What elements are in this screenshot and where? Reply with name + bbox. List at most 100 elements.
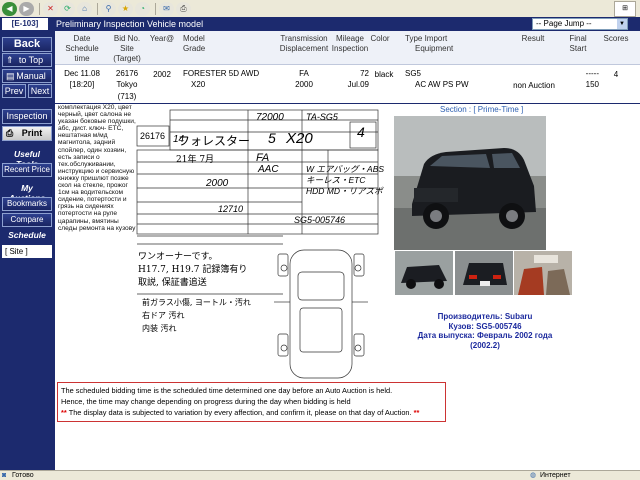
cell-scores: 4 bbox=[613, 70, 619, 79]
recent-price-button[interactable]: Recent Price bbox=[2, 163, 52, 177]
page-jump-value: -- Page Jump -- bbox=[536, 19, 592, 28]
sheet-recycle-fee: 12710 bbox=[218, 204, 244, 214]
sheet-note-4: 前ガラス小傷, ヨートル・汚れ bbox=[142, 298, 251, 307]
desc-year: (2002.2) bbox=[470, 340, 500, 350]
cell-date: Dec 11.08 [18:20] bbox=[64, 69, 100, 89]
refresh-icon[interactable]: ⟳ bbox=[60, 1, 75, 16]
auction-sheet-image[interactable]: комплектация Х20, цвет черный, цвет сало… bbox=[58, 104, 388, 382]
zone-text: Интернет bbox=[540, 472, 571, 479]
col-header-type: Type Import Equipment bbox=[405, 34, 454, 53]
sheet-inspection-date: 21年 7月 bbox=[176, 155, 215, 165]
vehicle-thumbnail-interior[interactable] bbox=[514, 251, 572, 295]
notice-line-3: ** The display data is subjected to vari… bbox=[61, 407, 442, 418]
sheet-model-handwritten: フォレスター bbox=[178, 134, 251, 148]
asterisk-icon: ** bbox=[413, 408, 420, 417]
cell-year: 2002 bbox=[153, 70, 171, 79]
sheet-ac: AAC bbox=[258, 164, 279, 175]
vehicle-thumbnail-front[interactable] bbox=[395, 251, 453, 295]
col-header-scores: Scores bbox=[603, 34, 629, 43]
manual-label: Manual bbox=[16, 71, 46, 81]
cell-color: black bbox=[374, 70, 394, 79]
stop-icon[interactable]: ✕ bbox=[43, 1, 58, 16]
windows-logo-icon: ⊞ bbox=[614, 1, 636, 17]
sheet-seats: 5 bbox=[268, 130, 276, 146]
cell-transmission: FA 2000 bbox=[295, 69, 313, 89]
arrow-up-icon: ⇑ bbox=[6, 55, 14, 65]
compare-button[interactable]: Compare bbox=[2, 213, 52, 227]
sheet-note-5: 右ドア 汚れ bbox=[142, 311, 185, 320]
chevron-down-icon[interactable]: ▼ bbox=[617, 19, 627, 29]
col-header-year: Year@ bbox=[149, 34, 175, 43]
desc-release-date: Дата выпуска: Февраль 2002 года bbox=[417, 331, 553, 340]
next-button[interactable]: Next bbox=[28, 84, 52, 98]
globe-icon: ◍ bbox=[530, 472, 537, 479]
bookmarks-button[interactable]: Bookmarks bbox=[2, 197, 52, 211]
schedule-heading[interactable]: Schedule bbox=[2, 230, 52, 240]
col-header-model: Model Grade bbox=[183, 34, 206, 53]
print-icon[interactable]: ⎙ bbox=[176, 1, 191, 16]
status-bar: ◙ Готово ◍ Интернет bbox=[0, 470, 640, 480]
browser-toolbar: ◀ ▶ ✕ ⟳ ⌂ ⚲ ★ ◔ ✉ ⎙ ⊞ bbox=[0, 0, 640, 18]
asterisk-icon: ** bbox=[61, 408, 67, 417]
page-title: Preliminary Inspection Vehicle model bbox=[56, 19, 204, 29]
to-top-button[interactable]: ⇑ to Top bbox=[2, 53, 52, 67]
notice-line-1: The scheduled bidding time is the schedu… bbox=[61, 386, 393, 395]
col-header-mileage: Mileage Inspection bbox=[331, 34, 369, 53]
sheet-equipment: W エアバッグ・ABS キーレス・ETC HDD MD・リアスポ bbox=[306, 164, 385, 196]
cell-result: non Auction bbox=[513, 81, 555, 90]
prev-button[interactable]: Prev bbox=[2, 84, 26, 98]
notice-line-2: Hence, the time may change depending on … bbox=[61, 397, 351, 406]
search-icon[interactable]: ⚲ bbox=[101, 1, 116, 16]
lot-number: [E-103] bbox=[2, 18, 48, 30]
desc-body: Кузов: SG5-005746 bbox=[448, 321, 522, 331]
col-header-final: Final Start bbox=[569, 34, 587, 53]
to-top-label: to Top bbox=[18, 55, 44, 65]
cell-bid: 26176 Tokyo bbox=[115, 69, 139, 89]
status-text: Готово bbox=[12, 472, 34, 479]
history-icon[interactable]: ◔ bbox=[135, 1, 150, 16]
sheet-chassis-number: SG5-005746 bbox=[294, 215, 346, 225]
manual-icon: ▤ bbox=[6, 71, 15, 81]
manual-button[interactable]: ▤ Manual bbox=[2, 69, 52, 83]
vehicle-description: Производитель: Subaru Кузов: SG5-005746 … bbox=[388, 312, 582, 350]
inspection-button[interactable]: Inspection bbox=[2, 109, 52, 124]
col-header-result: Result bbox=[521, 34, 545, 43]
vehicle-info-table: Date Schedule time Bid No. Site (Target)… bbox=[55, 31, 640, 105]
sheet-grade: X20 bbox=[286, 130, 313, 147]
toolbar-separator bbox=[39, 2, 40, 15]
favorites-icon[interactable]: ★ bbox=[118, 1, 133, 16]
vehicle-thumbnail-rear[interactable] bbox=[455, 251, 513, 295]
col-header-transmission: Transmission Displacement bbox=[279, 34, 329, 53]
printer-icon: ⎙ bbox=[6, 128, 14, 138]
toolbar-separator bbox=[97, 2, 98, 15]
cell-type: SG5 AC AW PS PW bbox=[405, 69, 469, 89]
home-icon[interactable]: ⌂ bbox=[77, 1, 92, 16]
page-header: [E-103] Preliminary Inspection Vehicle m… bbox=[0, 17, 640, 31]
sidebar: Back ⇑ to Top ▤ Manual Prev Next Inspect… bbox=[0, 31, 55, 470]
sheet-engine: 2000 bbox=[206, 178, 229, 189]
col-header-color: Color bbox=[370, 34, 390, 43]
mail-icon[interactable]: ✉ bbox=[159, 1, 174, 16]
back-button[interactable]: Back bbox=[2, 37, 52, 52]
sheet-lot-number: 26176 bbox=[140, 131, 166, 141]
forward-icon[interactable]: ▶ bbox=[19, 1, 34, 16]
print-button[interactable]: ⎙ Print bbox=[2, 126, 52, 141]
sheet-note-1: ワンオーナーです。 bbox=[138, 252, 218, 262]
back-icon[interactable]: ◀ bbox=[2, 1, 17, 16]
section-label: Section : [ Prime-Time ] bbox=[440, 105, 524, 114]
col-header-bid: Bid No. Site (Target) bbox=[113, 34, 141, 63]
cell-final: ----- 150 bbox=[585, 69, 599, 89]
sheet-note-6: 内装 汚れ bbox=[142, 324, 177, 333]
sheet-year: 14 bbox=[173, 134, 185, 145]
page-status-icon: ◙ bbox=[2, 472, 7, 479]
sheet-transmission: FA bbox=[256, 152, 270, 164]
sheet-note-2: H17.7, H19.7 記録簿有り bbox=[138, 265, 248, 275]
sheet-mileage: 72000 bbox=[256, 112, 284, 123]
desc-manufacturer: Производитель: Subaru bbox=[437, 312, 533, 321]
page-jump-select[interactable]: -- Page Jump -- ▼ bbox=[532, 18, 628, 30]
main-vehicle-photo[interactable] bbox=[394, 116, 546, 250]
site-select[interactable]: [ Site ] bbox=[2, 245, 52, 258]
col-header-date: Date Schedule time bbox=[65, 34, 99, 63]
sheet-code: TA-SG5 bbox=[306, 112, 338, 122]
sheet-note-3: 取説, 保証書追送 bbox=[138, 278, 207, 288]
